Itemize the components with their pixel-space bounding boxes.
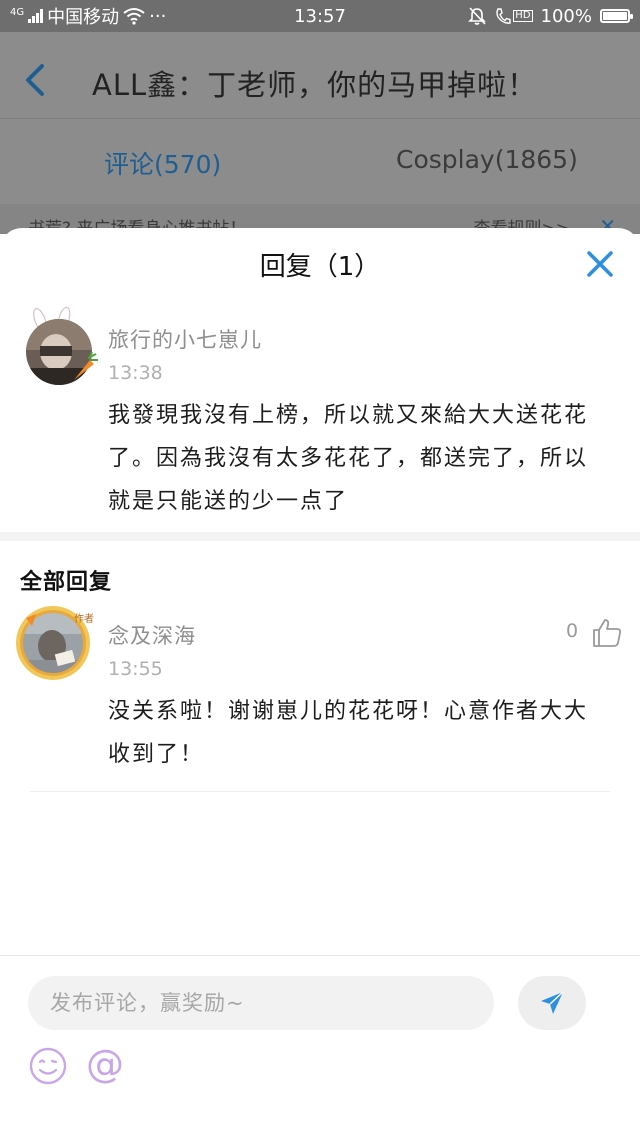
tab-cosplay[interactable]: Cosplay(1865): [396, 145, 578, 174]
hd-label: HD: [513, 10, 533, 22]
back-arrow-icon[interactable]: [18, 60, 52, 100]
author-badge: 作者: [74, 613, 94, 625]
emoji-icon[interactable]: [28, 1046, 68, 1086]
battery-percent: 100%: [540, 5, 592, 27]
avatar[interactable]: [20, 306, 98, 388]
sheet-title: 回复（1）: [259, 252, 381, 282]
status-bar: 4G 中国移动 ··· 13:57 HD 100%: [0, 0, 640, 32]
commenter-name[interactable]: 旅行的小七崽儿: [108, 324, 262, 354]
phone-icon: [496, 8, 511, 24]
all-replies-heading: 全部回复: [20, 570, 113, 595]
reply-author-name[interactable]: 念及深海: [108, 620, 196, 650]
reply-time: 13:55: [108, 658, 163, 680]
send-icon: [541, 991, 564, 1014]
status-time: 13:57: [294, 5, 346, 27]
page-header: ALL鑫：丁老师，你的马甲掉啦！: [0, 32, 640, 132]
status-right: HD 100%: [467, 0, 633, 32]
thumbs-up-icon[interactable]: [590, 616, 624, 650]
mute-bell-icon: [468, 7, 487, 25]
reply-text: 没关系啦！谢谢崽儿的花花呀！心意作者大大收到了！: [108, 699, 589, 767]
comment-text: 我發現我沒有上榜，所以就又來給大大送花花了。因為我沒有太多花花了，都送完了，所以…: [108, 403, 589, 514]
hd-call-indicator: HD: [495, 7, 533, 25]
tabs-bar: 评论(570) Cosplay(1865): [0, 118, 640, 205]
like-count: 0: [566, 620, 579, 642]
mention-button[interactable]: @: [86, 1042, 124, 1086]
avatar[interactable]: 作者: [14, 604, 94, 682]
battery-icon: [600, 9, 633, 23]
tab-comments[interactable]: 评论(570): [104, 145, 221, 181]
comment-composer: @: [0, 955, 640, 1138]
reply-separator: [30, 791, 610, 792]
comment-input[interactable]: [28, 976, 494, 1030]
battery-fill: [603, 12, 627, 20]
close-icon[interactable]: [584, 248, 616, 280]
comment-time: 13:38: [108, 362, 163, 384]
page-title: ALL鑫：丁老师，你的马甲掉啦！: [92, 68, 538, 102]
send-button[interactable]: [518, 976, 586, 1030]
section-divider: [0, 532, 640, 541]
